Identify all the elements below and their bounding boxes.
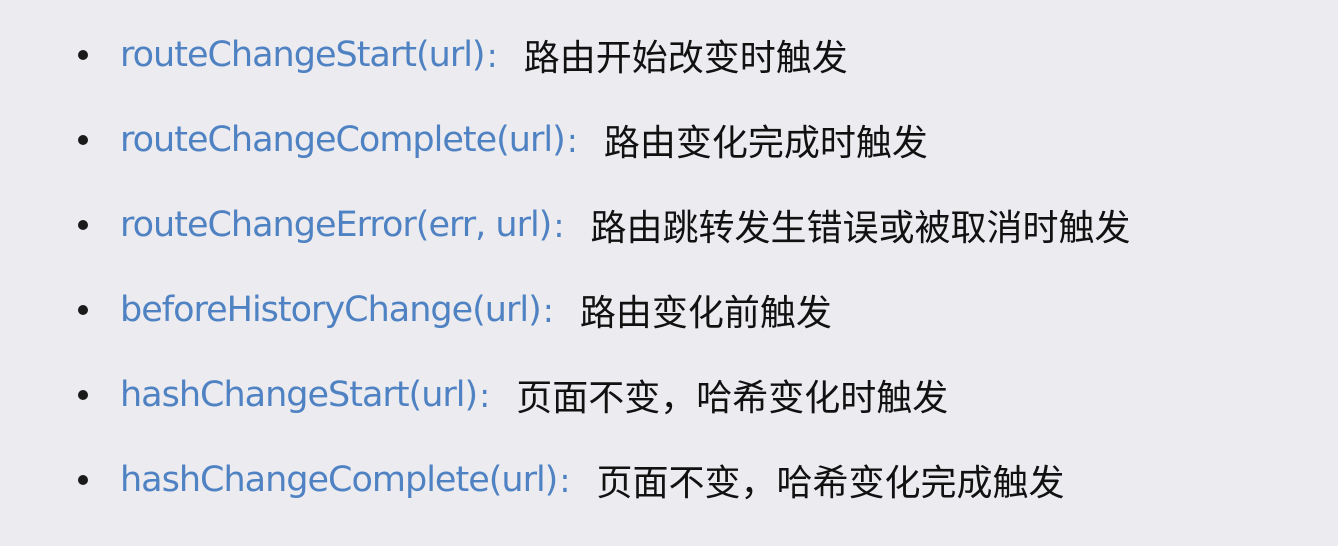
list-item-route-change-start: routeChangeStart(url) : 路由开始改变时触发 [78, 30, 848, 80]
bullet-icon [78, 50, 88, 60]
list-item-route-change-error: routeChangeError(err, url) : 路由跳转发生错误或被取… [78, 200, 1130, 250]
event-description: 路由跳转发生错误或被取消时触发 [590, 208, 1131, 249]
list-item-before-history-change: beforeHistoryChange(url) : 路由变化前触发 [78, 285, 832, 335]
bullet-icon [78, 475, 88, 485]
bullet-icon [78, 220, 88, 230]
separator: : [566, 120, 578, 160]
separator: : [542, 290, 554, 330]
list-item-hash-change-complete: hashChangeComplete(url) : 页面不变，哈希变化完成触发 [78, 455, 1064, 505]
event-name: routeChangeComplete(url) [120, 120, 566, 160]
event-description: 路由变化完成时触发 [603, 123, 928, 164]
separator: : [553, 205, 565, 245]
event-description: 页面不变，哈希变化时触发 [516, 378, 949, 419]
list-item-hash-change-start: hashChangeStart(url) : 页面不变，哈希变化时触发 [78, 370, 948, 420]
event-name: beforeHistoryChange(url) [120, 290, 542, 330]
bullet-icon [78, 135, 88, 145]
list-item-route-change-complete: routeChangeComplete(url) : 路由变化完成时触发 [78, 115, 928, 165]
bullet-icon [78, 305, 88, 315]
event-list: routeChangeStart(url) : 路由开始改变时触发 routeC… [0, 0, 1338, 546]
event-name: routeChangeStart(url) [120, 35, 486, 75]
event-description: 路由开始改变时触发 [523, 38, 848, 79]
event-description: 路由变化前触发 [579, 293, 832, 334]
separator: : [479, 375, 491, 415]
bullet-icon [78, 390, 88, 400]
event-description: 页面不变，哈希变化完成触发 [596, 463, 1065, 504]
event-name: hashChangeStart(url) [120, 375, 478, 415]
separator: : [559, 460, 571, 500]
event-name: hashChangeComplete(url) [120, 460, 558, 500]
separator: : [486, 35, 498, 75]
event-name: routeChangeError(err, url) [120, 205, 552, 245]
